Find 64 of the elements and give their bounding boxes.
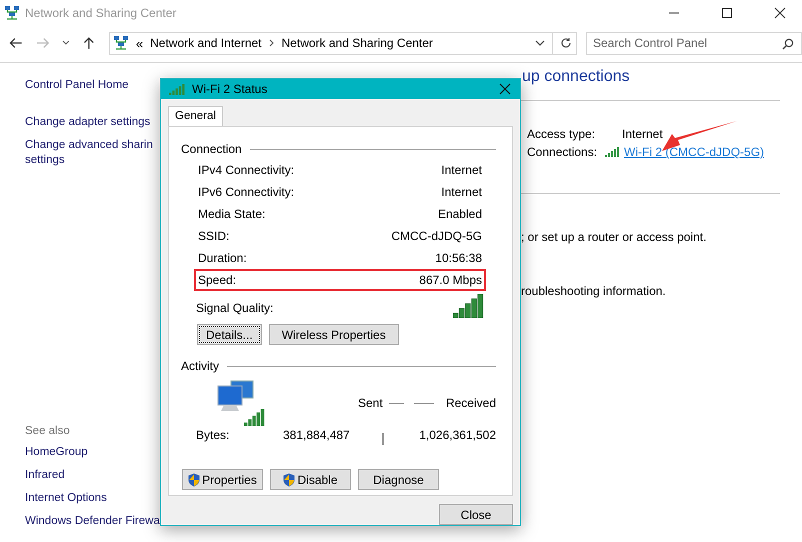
close-icon[interactable] [774,7,786,19]
field-label: Duration: [198,251,247,265]
sidebar-link[interactable]: Infrared [25,468,65,483]
network-icon [4,5,20,21]
field-value: CMCC-dJDQ-5G [391,229,482,243]
overflow-chevrons[interactable]: « [136,36,144,50]
chevron-down-icon[interactable] [62,40,70,46]
description-text: ; or set up a router or access point. [521,230,706,244]
search-field[interactable]: Search Control Panel [586,32,802,54]
field-label: SSID: [198,229,230,243]
close-icon[interactable] [499,83,511,95]
maximize-icon[interactable] [721,7,733,19]
close-button[interactable]: Close [439,504,513,525]
sidebar-link[interactable]: Change advanced sharin settings [25,138,153,168]
see-also-heading: See also [25,425,70,437]
field-label: IPv6 Connectivity: [198,185,294,199]
field-label: Media State: [198,207,266,221]
field-label: Signal Quality: [196,301,274,315]
signal-bars-icon [605,147,622,157]
field-value: 867.0 Mbps [419,273,482,287]
sidebar-link[interactable]: Change adapter settings [25,115,150,130]
search-icon[interactable] [782,38,794,50]
connections-label: Connections: [527,145,598,159]
access-type-value: Internet [622,127,663,141]
field-value: Enabled [438,207,482,221]
sidebar-link[interactable]: Internet Options [25,491,107,506]
dialog-button[interactable]: Properties [182,469,263,490]
dialog-title: Wi-Fi 2 Status [192,82,268,96]
chevron-right-icon[interactable] [268,39,275,47]
chevron-down-icon[interactable] [534,40,545,46]
sidebar-link[interactable]: Windows Defender Firewa [25,514,160,529]
field-value: 10:56:38 [435,251,482,265]
group-title: Activity [181,359,220,373]
page-heading: up connections [522,68,630,86]
address-bar[interactable]: « Network and Internet Network and Sharing Center [108,32,577,54]
field-value: Internet [441,185,482,199]
field-label: Speed: [198,273,236,287]
dialog-button[interactable]: Diagnose [358,469,439,490]
sidebar-link[interactable]: HomeGroup [25,445,88,460]
description-text: roubleshooting information. [521,284,666,298]
breadcrumb-item[interactable]: Network and Internet [150,36,262,50]
refresh-icon[interactable] [560,37,572,49]
access-type-label: Access type: [527,127,596,141]
signal-strength-icon [453,294,484,318]
network-icon [112,35,129,51]
dialog-button[interactable]: Disable [270,469,351,490]
back-arrow-icon[interactable] [9,37,23,49]
sent-label: Sent [358,396,383,410]
field-value: Internet [441,163,482,177]
received-label: Received [446,396,496,410]
dialog-button[interactable]: Details... [197,324,262,345]
up-arrow-icon[interactable] [83,36,95,50]
signal-bars-icon [169,84,186,94]
group-title: Connection [181,142,242,156]
breadcrumb-item[interactable]: Network and Sharing Center [282,36,433,50]
connection-link[interactable]: Wi-Fi 2 (CMCC-dJDQ-5G) [624,145,764,159]
sidebar-link[interactable]: Control Panel Home [25,78,129,93]
sent-bytes: 381,884,487 [283,428,351,442]
tab[interactable]: General [168,106,223,126]
window-title: Network and Sharing Center [25,6,176,20]
bytes-label: Bytes: [196,428,230,442]
field-label: IPv4 Connectivity: [198,163,294,177]
dialog-button[interactable]: Wireless Properties [268,324,399,345]
received-bytes: 1,026,361,502 [418,428,496,442]
